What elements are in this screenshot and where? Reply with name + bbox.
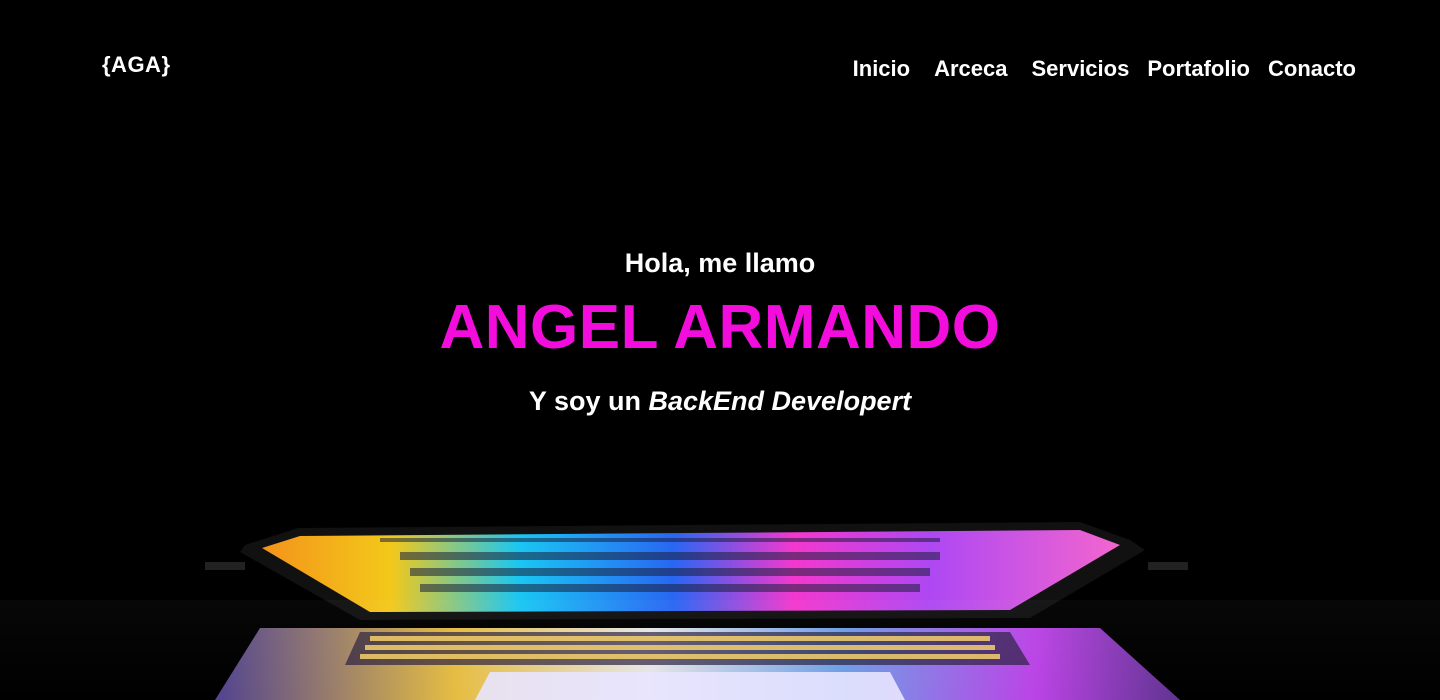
nav-link-conacto[interactable]: Conacto	[1268, 56, 1356, 82]
nav-link-servicios[interactable]: Servicios	[1031, 56, 1129, 82]
hero-greeting: Hola, me llamo	[624, 248, 816, 278]
hero-role-line: Y soy un BackEnd Developert	[0, 386, 1440, 417]
laptop-illustration	[0, 522, 1440, 700]
hero-role: BackEnd Developert	[648, 386, 912, 416]
hero-name: ANGEL ARMANDO	[439, 293, 1001, 362]
nav-link-portafolio[interactable]: Portafolio	[1147, 56, 1250, 82]
hero-section: {AGA} Inicio Arceca Servicios Portafolio…	[0, 0, 1440, 700]
site-logo[interactable]: {AGA}	[102, 52, 171, 78]
nav-link-arceca[interactable]: Arceca	[934, 56, 1007, 82]
hero-role-prefix: Y soy un	[528, 386, 641, 416]
nav-link-inicio[interactable]: Inicio	[853, 56, 910, 82]
main-nav: Inicio Arceca Servicios Portafolio Conac…	[853, 56, 1356, 82]
